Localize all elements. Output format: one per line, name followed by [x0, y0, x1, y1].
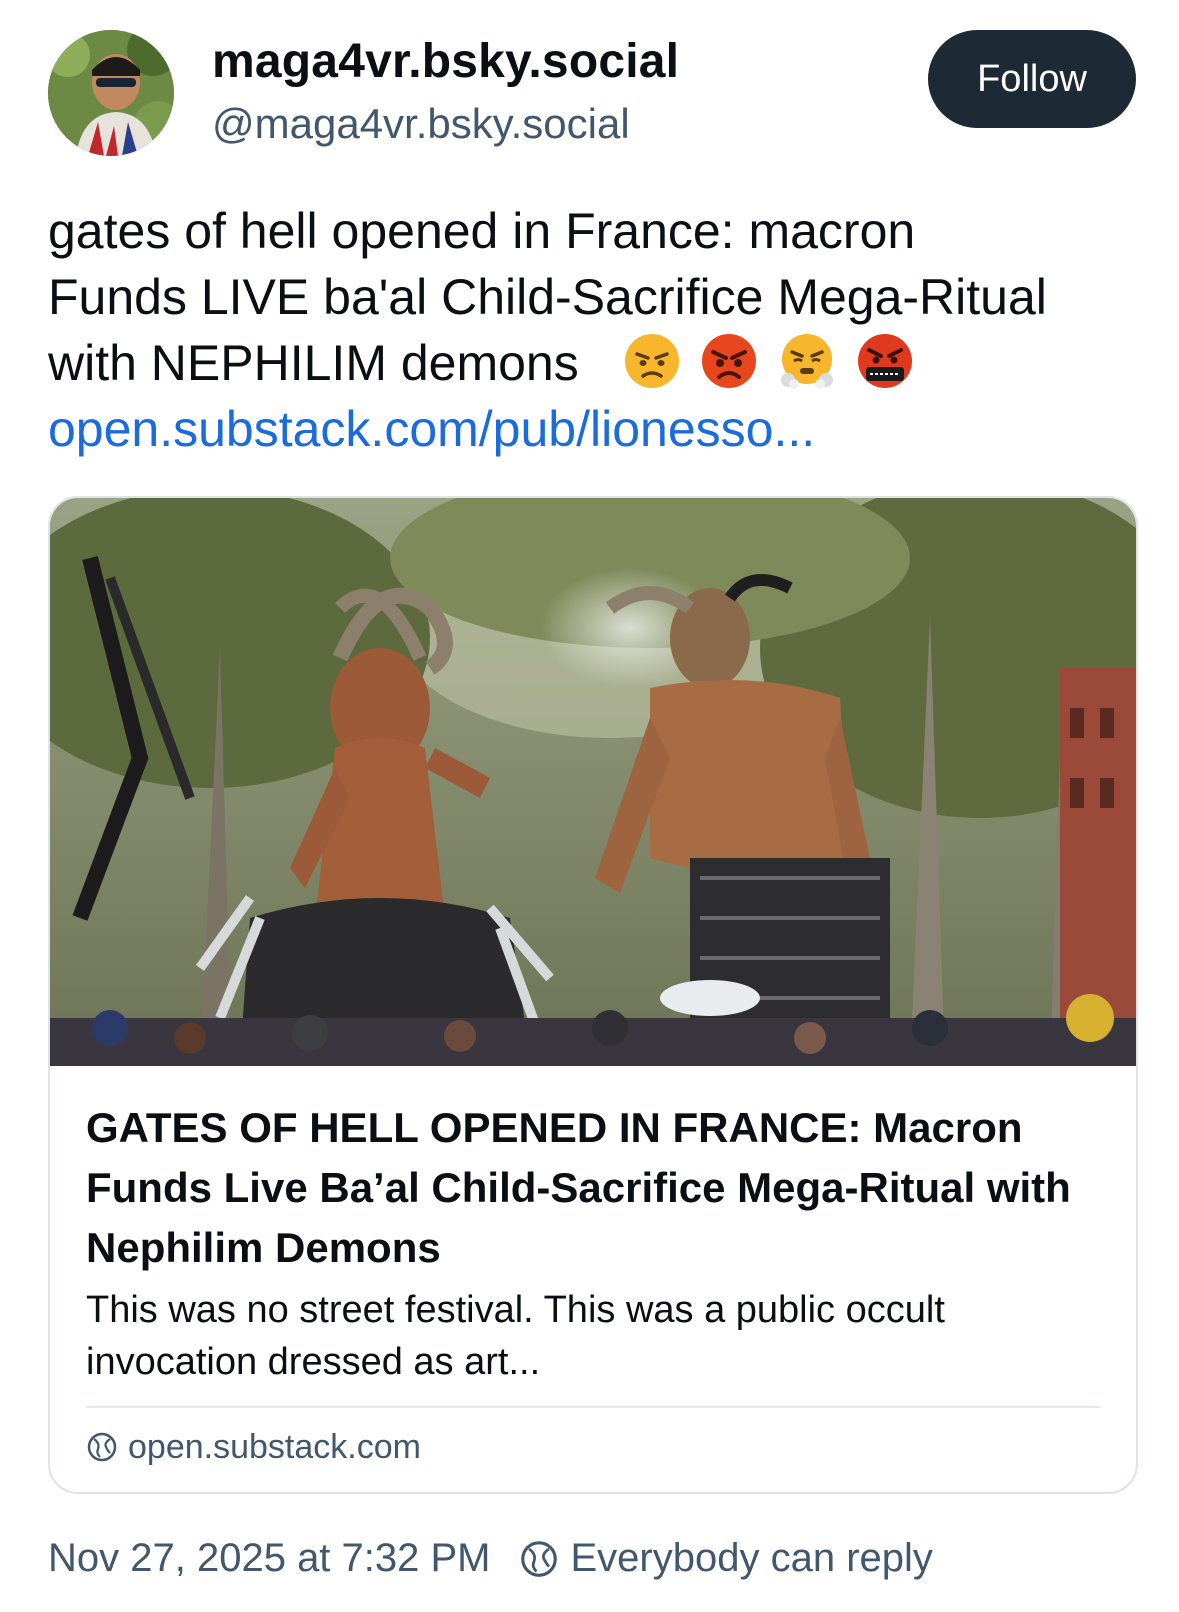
author-handle[interactable]: @maga4vr.bsky.social: [212, 100, 630, 148]
author-display-name[interactable]: maga4vr.bsky.social: [212, 34, 679, 89]
post-timestamp[interactable]: Nov 27, 2025 at 7:32 PM: [48, 1536, 491, 1581]
post-text-line: Funds LIVE ba'al Child-Sacrifice Mega-Ri…: [48, 269, 1047, 325]
globe-icon: [87, 1432, 117, 1462]
post-text-line: with NEPHILIM demons: [48, 330, 1148, 396]
parade-photo: [50, 498, 1136, 1066]
reply-setting-label: Everybody can reply: [570, 1536, 933, 1580]
link-card-domain-row: open.substack.com: [86, 1422, 421, 1472]
follow-button[interactable]: Follow: [928, 30, 1136, 128]
post-text: gates of hell opened in France: macron F…: [48, 198, 1148, 462]
link-card-image[interactable]: [50, 498, 1136, 1066]
unamused-angry-face-icon: [623, 332, 681, 390]
post-text-line-content: with NEPHILIM demons: [48, 335, 579, 391]
post-link[interactable]: open.substack.com/pub/lionesso...: [48, 401, 815, 457]
avatar-photo: [48, 30, 174, 156]
post-footer: Nov 27, 2025 at 7:32 PM Everybody can re…: [48, 1536, 933, 1581]
reply-setting: Everybody can reply: [519, 1536, 933, 1581]
face-with-symbols-icon: [856, 332, 914, 390]
globe-icon: [520, 1540, 557, 1577]
pouting-face-icon: [700, 332, 758, 390]
author-avatar[interactable]: [48, 30, 174, 156]
link-card-divider: [86, 1406, 1100, 1408]
link-card-title: GATES OF HELL OPENED IN FRANCE: Macron F…: [86, 1104, 1071, 1271]
link-card-domain: open.substack.com: [128, 1427, 421, 1466]
link-card-description: This was no street festival. This was a …: [86, 1289, 945, 1383]
post-text-line: gates of hell opened in France: macron: [48, 203, 916, 259]
link-card[interactable]: GATES OF HELL OPENED IN FRANCE: Macron F…: [48, 496, 1138, 1494]
face-with-steam-icon: [778, 332, 836, 390]
